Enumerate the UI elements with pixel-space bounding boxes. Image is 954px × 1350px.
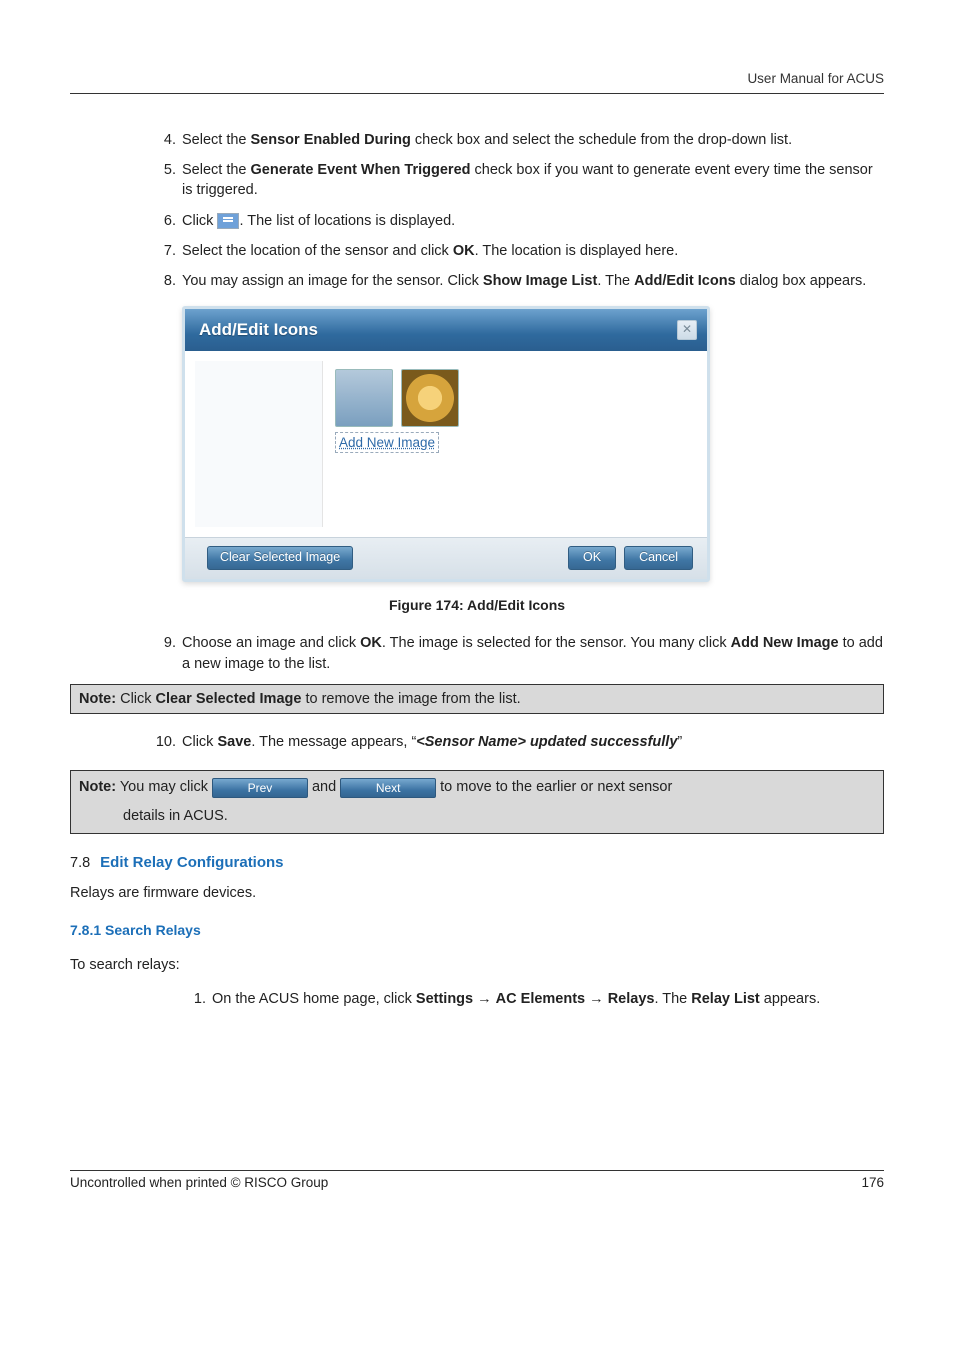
footer-left: Uncontrolled when printed © RISCO Group <box>70 1174 328 1193</box>
close-icon[interactable]: ✕ <box>677 320 697 340</box>
section-7-8-intro: Relays are firmware devices. <box>70 883 884 903</box>
note-label: Note: <box>79 779 116 795</box>
section-7-8-1-heading: 7.8.1 Search Relays <box>70 921 884 941</box>
ok-button[interactable]: OK <box>568 546 616 570</box>
dialog-titlebar: Add/Edit Icons ✕ <box>185 309 707 351</box>
step-5: Select the Generate Event When Triggered… <box>152 160 884 201</box>
relay-step-1: On the ACUS home page, click Settings → … <box>182 989 884 1009</box>
dialog-left-panel <box>195 361 323 527</box>
image-row <box>335 369 685 427</box>
figure-caption: Figure 174: Add/Edit Icons <box>70 596 884 616</box>
note-prev-next: Note: You may click Prev and Next to mov… <box>70 770 884 833</box>
note-clear-image: Note: Click Clear Selected Image to remo… <box>70 684 884 714</box>
step-10: Click Save. The message appears, “<Senso… <box>152 732 884 752</box>
step-8: You may assign an image for the sensor. … <box>152 271 884 291</box>
prev-button[interactable]: Prev <box>212 778 308 798</box>
page-header: User Manual for ACUS <box>70 70 884 94</box>
image-thumb-2[interactable] <box>401 369 459 427</box>
page-number: 176 <box>861 1174 884 1193</box>
section-7-8-heading: 7.8Edit Relay Configurations <box>70 852 884 873</box>
step-4: Select the Sensor Enabled During check b… <box>152 130 884 150</box>
note2-line2: details in ACUS. <box>123 804 875 829</box>
step-6: Click . The list of locations is display… <box>152 211 884 231</box>
steps-4-to-8: Select the Sensor Enabled During check b… <box>152 130 884 292</box>
cancel-button[interactable]: Cancel <box>624 546 693 570</box>
step-7: Select the location of the sensor and cl… <box>152 241 884 261</box>
page-footer: Uncontrolled when printed © RISCO Group … <box>70 1170 884 1193</box>
dialog-body: Add New Image <box>185 351 707 537</box>
steps-9: Choose an image and click OK. The image … <box>152 633 884 674</box>
locations-list-icon <box>217 213 239 229</box>
next-button[interactable]: Next <box>340 778 436 798</box>
step-9: Choose an image and click OK. The image … <box>152 633 884 674</box>
add-new-image-link[interactable]: Add New Image <box>335 432 439 453</box>
section-7-8-1-intro: To search relays: <box>70 955 884 975</box>
header-text: User Manual for ACUS <box>747 71 884 86</box>
dialog-footer: Clear Selected Image OK Cancel <box>185 537 707 579</box>
relay-steps: On the ACUS home page, click Settings → … <box>182 989 884 1009</box>
dialog-title: Add/Edit Icons <box>199 318 318 342</box>
page-content: Select the Sensor Enabled During check b… <box>70 130 884 1010</box>
dialog-main-panel: Add New Image <box>323 361 697 527</box>
clear-selected-image-button[interactable]: Clear Selected Image <box>207 546 353 570</box>
add-edit-icons-dialog: Add/Edit Icons ✕ Add New Image Clear Sel… <box>182 306 710 582</box>
steps-10: Click Save. The message appears, “<Senso… <box>152 732 884 752</box>
image-thumb-1[interactable] <box>335 369 393 427</box>
note-label: Note: <box>79 691 116 707</box>
